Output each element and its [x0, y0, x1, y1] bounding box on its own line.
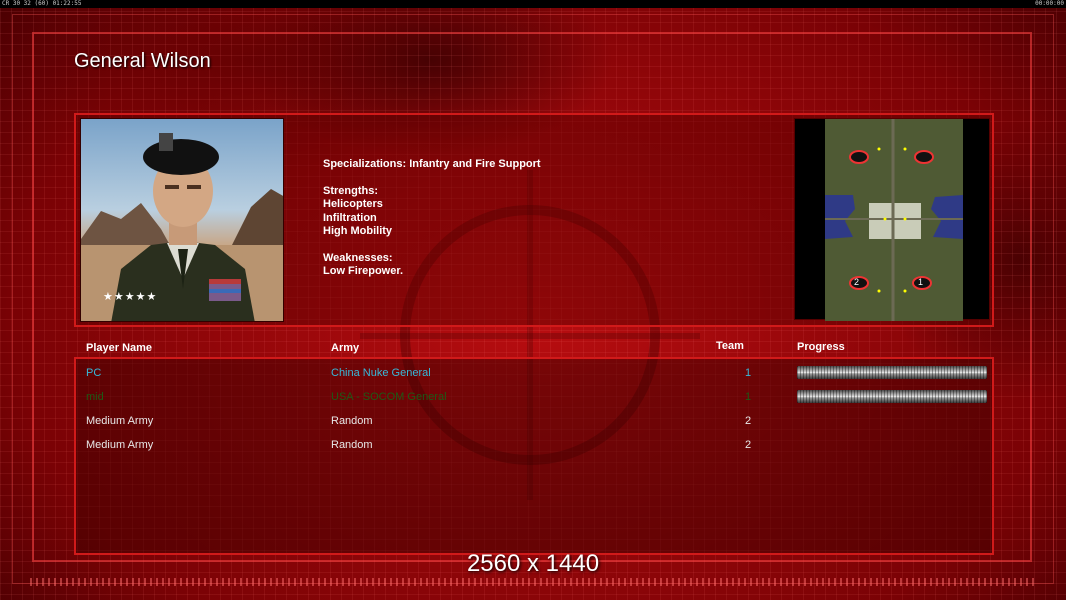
- team-cell[interactable]: 2: [745, 439, 751, 451]
- decorative-bottom-bar: [30, 578, 1036, 586]
- player-name-cell[interactable]: Medium Army: [86, 439, 153, 451]
- army-cell[interactable]: China Nuke General: [331, 367, 431, 379]
- map-preview[interactable]: 2 1: [794, 118, 990, 321]
- slot-label-2: 2: [854, 277, 860, 287]
- overlay-stats-bar: CR 30 32 (60) 01:22:55 00:00:00: [0, 0, 1066, 8]
- strength-item: Infiltration: [323, 211, 377, 224]
- army-cell[interactable]: USA - SOCOM General: [331, 391, 447, 403]
- general-portrait: ★★★★★: [80, 118, 284, 322]
- game-lobby-screen: CR 30 32 (60) 01:22:55 00:00:00 General …: [0, 0, 1066, 600]
- resolution-label: 2560 x 1440: [466, 550, 600, 577]
- slot-label-1: 1: [918, 277, 924, 287]
- weakness-item: Low Firepower.: [323, 265, 404, 277]
- strength-item: High Mobility: [323, 225, 393, 237]
- header-team: Team: [716, 340, 744, 352]
- army-cell[interactable]: Random: [331, 439, 373, 451]
- weaknesses-label: Weaknesses:: [323, 251, 393, 264]
- player-name-cell: mid: [86, 391, 104, 403]
- strengths-label: Strengths:: [323, 184, 378, 197]
- general-description: Specializations: Infantry and Fire Suppo…: [323, 158, 541, 279]
- team-cell[interactable]: 1: [745, 391, 751, 403]
- start-position-marker: [849, 150, 869, 164]
- progress-bar: [797, 366, 987, 379]
- army-cell[interactable]: Random: [331, 415, 373, 427]
- header-progress: Progress: [797, 341, 845, 353]
- header-player-name: Player Name: [86, 342, 153, 354]
- player-name-cell[interactable]: Medium Army: [86, 415, 153, 427]
- strength-item: Helicopters: [323, 198, 383, 210]
- team-cell[interactable]: 1: [745, 367, 751, 379]
- header-army: Army: [331, 342, 360, 354]
- specializations-text: Specializations: Infantry and Fire Suppo…: [323, 158, 541, 170]
- player-name-cell: PC: [86, 367, 102, 379]
- team-cell[interactable]: 2: [745, 415, 751, 427]
- general-title: General Wilson: [74, 50, 211, 72]
- overlay-stats-left: CR 30 32 (60) 01:22:55: [2, 0, 82, 7]
- start-position-marker: [914, 150, 934, 164]
- player-table: [74, 357, 994, 555]
- overlay-stats-right: 00:00:00: [1035, 0, 1064, 7]
- progress-bar: [797, 390, 987, 403]
- rank-stars: ★★★★★: [103, 291, 158, 303]
